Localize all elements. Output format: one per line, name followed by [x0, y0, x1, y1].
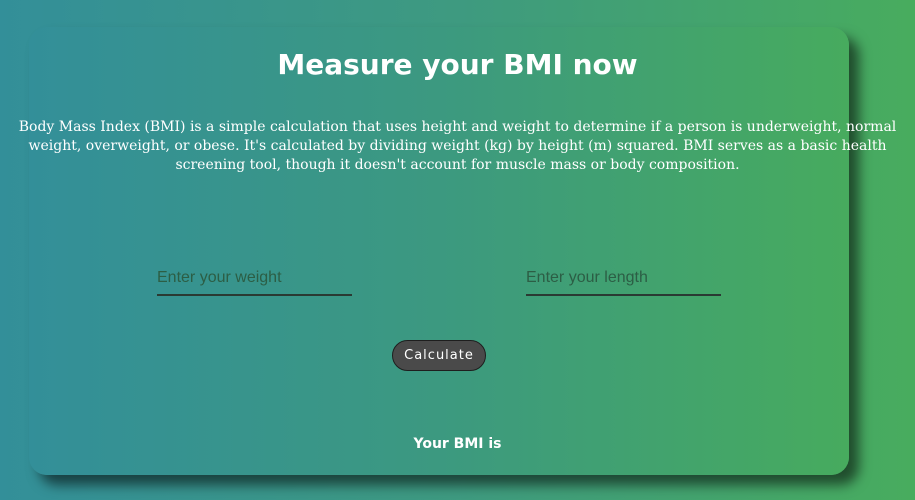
bmi-description: Body Mass Index (BMI) is a simple calcul… — [0, 118, 915, 175]
bmi-card — [29, 27, 849, 475]
weight-input[interactable] — [157, 262, 352, 296]
description-line-3: screening tool, though it doesn't accoun… — [175, 157, 740, 173]
description-line-1: Body Mass Index (BMI) is a simple calcul… — [18, 119, 897, 135]
calculate-button[interactable]: Calculate — [392, 340, 486, 371]
length-input[interactable] — [526, 262, 721, 296]
description-line-2: weight, overweight, or obese. It's calcu… — [28, 138, 887, 154]
bmi-result: Your BMI is — [413, 436, 502, 452]
page-title: Measure your BMI now — [277, 48, 638, 81]
